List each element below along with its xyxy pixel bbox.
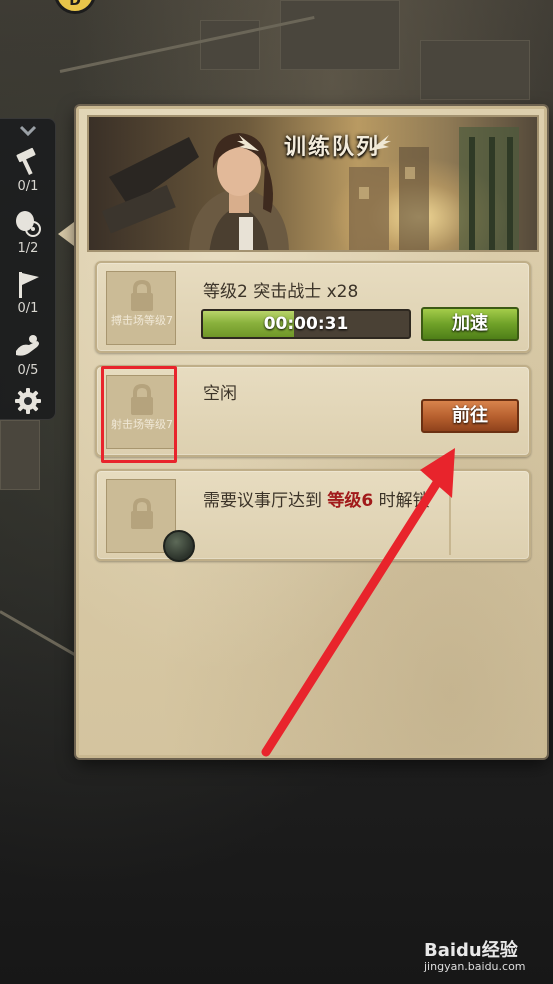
watermark-url: jingyan.baidu.com (424, 960, 526, 973)
sidebar-item-research[interactable]: 1/2 (0, 209, 56, 256)
chevron-down-icon[interactable] (18, 123, 38, 139)
sidebar-count: 0/1 (17, 179, 39, 194)
research-icon (16, 211, 41, 237)
map-building (280, 0, 400, 70)
sidebar-item-rally[interactable]: 0/1 (0, 269, 56, 316)
queue-card-locked: 需要议事厅达到 等级6 时解锁 (95, 469, 531, 562)
map-building (0, 420, 40, 490)
hammer-icon (16, 147, 36, 176)
sidebar-item-build[interactable]: 0/1 (0, 147, 56, 194)
panel-banner: 训练队列 (87, 115, 539, 252)
slot-requirement: 搏击场等级7 (111, 314, 173, 327)
hand-icon (16, 335, 39, 356)
lock-icon (131, 280, 153, 311)
sidebar-count: 0/1 (17, 301, 39, 316)
gear-icon[interactable] (14, 387, 42, 415)
highlight-box (101, 366, 177, 463)
sidebar-count: 0/5 (17, 363, 39, 378)
go-button[interactable]: 前往 (421, 399, 519, 433)
card-divider (449, 479, 451, 555)
training-timer: 00:00:31 (263, 314, 349, 334)
lock-icon (131, 498, 153, 529)
required-level: 等级6 (327, 491, 374, 511)
map-building (420, 40, 530, 100)
map-building (200, 20, 260, 70)
left-sidebar: 0/1 1/2 0/1 0/5 (0, 118, 56, 420)
sidebar-count: 1/2 (17, 241, 39, 256)
baidu-watermark: Baidu经验 jingyan.baidu.com (424, 936, 548, 976)
unlock-text: 时解锁 (373, 491, 430, 511)
queue-status: 空闲 (203, 384, 237, 404)
town-hall-icon (163, 530, 195, 562)
flag-icon (19, 272, 39, 298)
speed-up-button[interactable]: 加速 (421, 307, 519, 341)
unlock-requirement: 需要议事厅达到 等级6 时解锁 (203, 491, 443, 512)
sidebar-item-help[interactable]: 0/5 (0, 331, 56, 378)
training-progress-bar: 00:00:31 (201, 309, 411, 339)
unlock-text: 需要议事厅达到 (203, 491, 328, 511)
watermark-brand: Baidu经验 (424, 940, 518, 961)
queue-card: 搏击场等级7 等级2 突击战士 x28 00:00:31 加速 (95, 261, 531, 353)
queue-slot-locked: 搏击场等级7 (106, 271, 176, 345)
wing-right-icon (369, 135, 391, 151)
panel-pointer (58, 222, 74, 246)
queue-slot-locked (106, 479, 195, 562)
training-unit-title: 等级2 突击战士 x28 (203, 282, 359, 302)
